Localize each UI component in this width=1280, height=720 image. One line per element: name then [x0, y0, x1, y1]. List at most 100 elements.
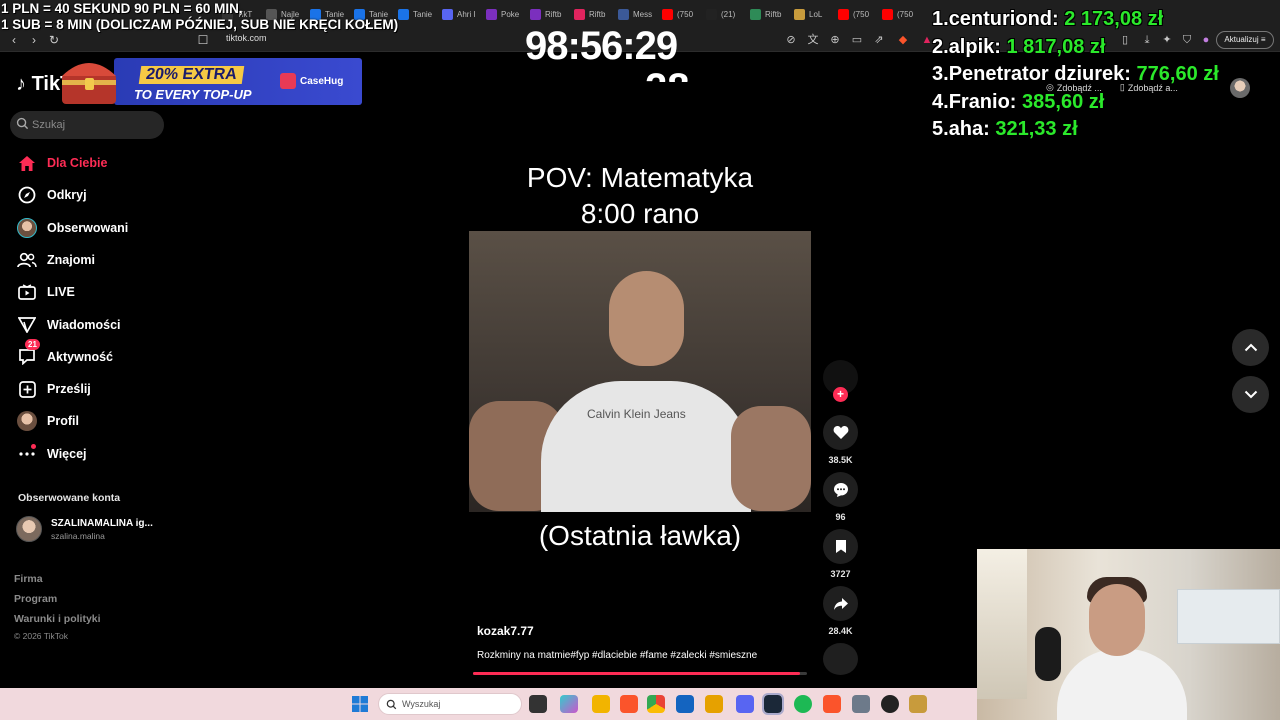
settings-icon[interactable]	[852, 695, 870, 713]
obs-icon[interactable]	[881, 695, 899, 713]
account-avatar	[16, 516, 42, 542]
tab-label: LoL	[809, 9, 823, 19]
tab-label: (750	[677, 9, 694, 19]
tab-favicon-icon	[882, 8, 893, 20]
extension-icon[interactable]: ⊘	[784, 33, 798, 47]
previous-video-button[interactable]	[1232, 329, 1269, 366]
sidebar-item-upload[interactable]: Prześlij	[14, 376, 174, 402]
save-button[interactable]	[823, 529, 858, 564]
promo-brand: CaseHug	[280, 73, 343, 89]
chevron-up-icon	[1244, 343, 1257, 352]
video-author[interactable]: kozak7.77	[477, 624, 534, 638]
share-icon[interactable]: ⇗	[872, 33, 886, 47]
compass-icon	[14, 182, 40, 208]
forward-icon[interactable]: ›	[26, 32, 42, 48]
address-bar[interactable]: tiktok.com	[226, 33, 267, 43]
footer-link-program[interactable]: Program	[14, 593, 57, 605]
sidebar-item-home[interactable]: Dla Ciebie	[14, 150, 174, 176]
search-input[interactable]: Szukaj	[10, 111, 164, 139]
brave-icon[interactable]	[620, 695, 638, 713]
like-button[interactable]	[823, 415, 858, 450]
next-video-button[interactable]	[1232, 376, 1269, 413]
video-player[interactable]: POV: Matematyka 8:00 rano Calvin Klein J…	[469, 150, 811, 678]
brave-2-icon[interactable]	[823, 695, 841, 713]
promo-extra-text: 20% EXTRA	[138, 66, 244, 84]
bookmark-icon[interactable]: ☐	[195, 32, 211, 48]
tab-favicon-icon	[838, 8, 849, 20]
search-placeholder: Szukaj	[32, 119, 66, 131]
promo-brand-name: CaseHug	[300, 75, 344, 87]
leaderboard-rank: 4.	[932, 90, 949, 113]
leaderboard-rank: 3.	[932, 63, 949, 85]
subathon-timer: 98:56:29	[525, 24, 678, 68]
upload-icon	[14, 376, 40, 402]
footer-link-firma[interactable]: Firma	[14, 573, 43, 585]
browser-tab[interactable]: Riftb	[574, 4, 605, 24]
more-icon	[14, 441, 40, 467]
browser-tab[interactable]: Tanie	[398, 4, 432, 24]
translate-icon[interactable]: 文	[806, 33, 820, 47]
leaderboard-name: aha:	[948, 118, 990, 140]
video-progress-bar[interactable]	[473, 672, 807, 675]
friends-icon	[14, 247, 40, 273]
rules-line-2: 1 SUB = 8 MIN (DOLICZAM PÓŹNIEJ, SUB NIE…	[1, 17, 399, 32]
browser-tab[interactable]: (21)	[706, 4, 735, 24]
browser-tab[interactable]: Riftb	[530, 4, 561, 24]
zoom-icon[interactable]: ⊕	[828, 33, 842, 47]
steam-icon[interactable]	[762, 693, 784, 715]
browser-tab[interactable]: Ahri I	[442, 4, 476, 24]
leaderboard-amount: 776,60 zł	[1136, 63, 1219, 85]
discord-icon[interactable]	[736, 695, 754, 713]
sidebar-item-friends[interactable]: Znajomi	[14, 247, 174, 273]
browser-tab[interactable]: Mess	[618, 4, 652, 24]
sidebar-item-compass[interactable]: Odkryj	[14, 182, 174, 208]
casehug-promo-banner: 20% EXTRA TO EVERY TOP-UP CaseHug	[56, 52, 364, 107]
like-count: 38.5K	[828, 455, 853, 465]
tab-label: Riftb	[765, 9, 782, 19]
user-avatar[interactable]	[1230, 78, 1250, 98]
browser-tab[interactable]: (750	[662, 4, 693, 24]
followed-account[interactable]: SZALINAMALINA ig... szalina.malina	[16, 516, 153, 542]
browser-tab[interactable]: Riftb	[750, 4, 781, 24]
league-icon[interactable]	[909, 695, 927, 713]
browser-tab[interactable]: Poke	[486, 4, 519, 24]
sidebar-item-avatar[interactable]: Obserwowani	[14, 215, 174, 241]
leaderboard-amount: 321,33 zł	[995, 118, 1078, 140]
sidebar-item-more[interactable]: Więcej	[14, 441, 174, 467]
file-explorer-icon[interactable]	[592, 695, 610, 713]
video-caption: Rozkminy na matmie#fyp #dlaciebie #fame …	[477, 650, 758, 661]
task-view-icon[interactable]	[529, 695, 547, 713]
sound-disc[interactable]	[823, 643, 858, 675]
leaderboard-row: 3.Penetrator dziurek: 776,60 zł	[932, 63, 1219, 91]
footer-link-terms[interactable]: Warunki i polityki	[14, 613, 101, 625]
taskbar-search[interactable]: Wyszukaj	[378, 693, 522, 715]
sidebar-item-profile-avatar[interactable]: Profil	[14, 408, 174, 434]
sidebar-item-label: LIVE	[47, 285, 75, 300]
back-icon[interactable]: ‹	[6, 32, 22, 48]
tab-favicon-icon	[618, 8, 629, 20]
browser-tab[interactable]: (750	[838, 4, 869, 24]
share-count: 28.4K	[828, 626, 853, 636]
update-button[interactable]: Aktualizuj ≡	[1216, 31, 1274, 49]
copilot-icon[interactable]	[560, 695, 578, 713]
browser-tab[interactable]: (750	[882, 4, 913, 24]
reload-icon[interactable]: ↻	[46, 32, 62, 48]
browser-tab[interactable]: LoL	[794, 4, 822, 24]
sidebar-item-activity[interactable]: 21 Aktywność	[14, 338, 174, 370]
follow-button[interactable]: +	[833, 387, 848, 402]
sidebar-item-send[interactable]: Wiadomości	[14, 312, 174, 338]
sidebar-item-live[interactable]: LIVE	[14, 279, 174, 305]
timer-next-digits: 28	[645, 68, 695, 82]
comment-button[interactable]	[823, 472, 858, 507]
spotify-icon[interactable]	[794, 695, 812, 713]
windows-start-icon[interactable]	[352, 696, 368, 712]
tab-label: Riftb	[589, 9, 606, 19]
folder-icon[interactable]	[705, 695, 723, 713]
leaderboard-amount: 385,60 zł	[1022, 90, 1105, 113]
share-button[interactable]	[823, 586, 858, 621]
cast-icon[interactable]: ▭	[850, 33, 864, 47]
store-icon[interactable]	[676, 695, 694, 713]
chrome-icon[interactable]	[647, 695, 665, 713]
save-count: 3727	[830, 569, 851, 579]
brave-shield-icon[interactable]: ◆	[896, 33, 910, 47]
